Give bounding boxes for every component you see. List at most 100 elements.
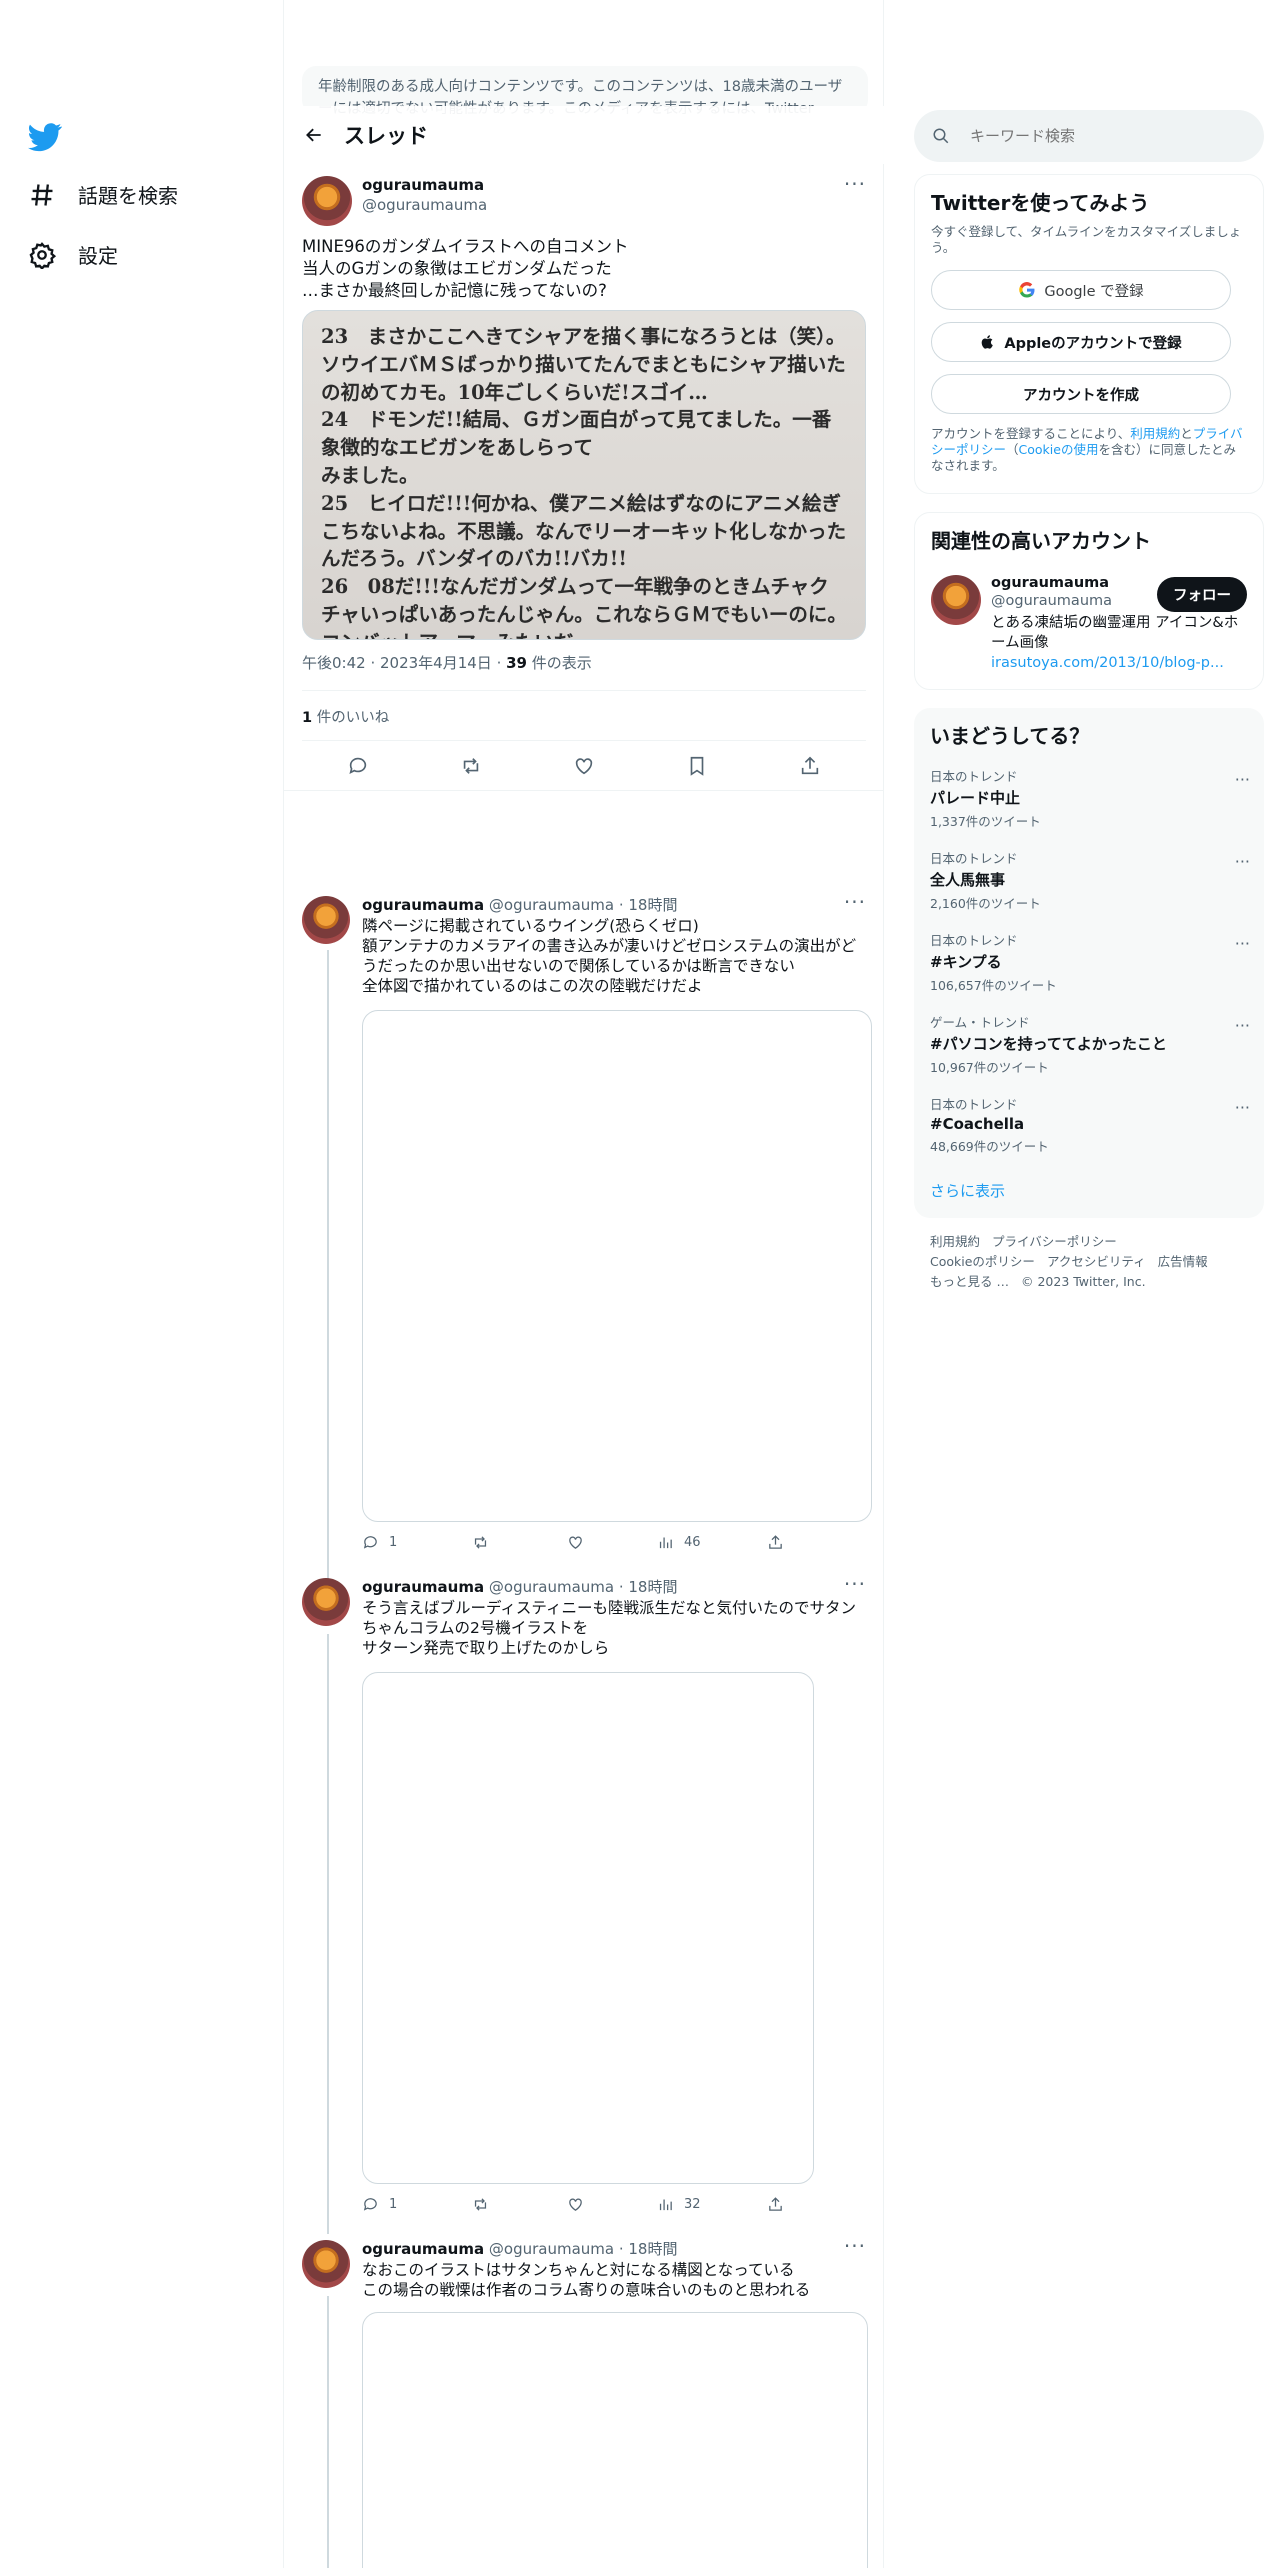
twitter-logo-icon[interactable] [28, 120, 62, 154]
footer-privacy[interactable]: プライバシーポリシー [992, 1234, 1117, 1249]
trend-item[interactable]: 日本のトレンド #キンプる 106,657件のツイート ··· [930, 930, 1250, 994]
back-arrow-icon [306, 128, 321, 142]
reply-icon [349, 757, 367, 774]
reply-button[interactable]: 1 [362, 2196, 472, 2213]
footer-links: 利用規約 プライバシーポリシー Cookieのポリシー アクセシビリティ 広告情報 も… [930, 1232, 1250, 1292]
author-name[interactable]: oguraumauma [362, 2240, 484, 2258]
search-input[interactable] [970, 127, 1230, 145]
footer-cookie[interactable]: Cookieのポリシー [930, 1254, 1035, 1269]
trend-count: 48,669件のツイート [930, 1139, 1049, 1154]
nav-explore[interactable]: 話題を検索 [28, 180, 178, 209]
author-name[interactable]: oguraumauma [362, 896, 484, 914]
avatar[interactable] [302, 1578, 350, 1626]
bookmark-icon [690, 756, 704, 776]
analytics-icon [659, 1537, 672, 1549]
footer-accessibility[interactable]: アクセシビリティ [1047, 1254, 1146, 1269]
reply-icon [363, 2198, 377, 2211]
retweet-button[interactable] [472, 2196, 567, 2213]
avatar[interactable] [931, 575, 981, 625]
like-button[interactable] [567, 1534, 657, 1551]
trend-item[interactable]: 日本のトレンド パレード中止 1,337件のツイート ··· [930, 766, 1250, 830]
reply-text: なおこのイラストはサタンちゃんと対になる構図となっている この場合の戦慄は作者の… [362, 2261, 811, 2299]
tweet-date[interactable]: 2023年4月14日 [380, 654, 492, 672]
views-button[interactable]: 32 [657, 2196, 767, 2213]
more-icon[interactable]: ··· [844, 172, 866, 196]
reply-time[interactable]: 18時間 [628, 1578, 677, 1596]
signup-title: Twitterを使ってみよう [931, 191, 1150, 215]
reply-media[interactable] [362, 2312, 868, 2568]
left-nav: 話題を検索 設定 [0, 0, 284, 2568]
likes-summary[interactable]: 1 件のいいね [302, 706, 389, 727]
retweet-button[interactable] [472, 1534, 567, 1551]
related-bio: とある凍結垢の幽霊運用 アイコン&ホーム画像 [991, 615, 1239, 651]
share-button[interactable] [767, 1534, 784, 1551]
follow-button[interactable]: フォロー [1157, 577, 1247, 612]
more-icon[interactable]: ··· [844, 890, 866, 914]
trend-item[interactable]: 日本のトレンド 全人馬無事 2,160件のツイート ··· [930, 848, 1250, 912]
reply-actions: 1 46 [362, 1534, 784, 1551]
tweet-author[interactable]: oguraumauma @oguraumauma [362, 176, 487, 214]
reply-time[interactable]: 18時間 [628, 896, 677, 914]
more-icon[interactable]: ··· [1235, 770, 1250, 789]
google-signup-button[interactable]: Google で登録 [931, 270, 1231, 310]
back-button[interactable] [284, 106, 344, 164]
reply-button[interactable] [341, 749, 375, 783]
apple-signup-button[interactable]: Appleのアカウントで登録 [931, 322, 1231, 362]
trend-category: 日本のトレンド [930, 851, 1018, 866]
more-icon[interactable]: ··· [844, 2234, 866, 2258]
like-button[interactable] [567, 2196, 657, 2213]
footer-ads[interactable]: 広告情報 [1158, 1254, 1208, 1269]
view-label: 件の表示 [531, 654, 592, 672]
share-button[interactable] [767, 2196, 784, 2213]
author-name[interactable]: oguraumauma [362, 1578, 484, 1596]
reply-button[interactable]: 1 [362, 1534, 472, 1551]
retweet-icon [463, 758, 479, 774]
more-icon[interactable]: ··· [1235, 1098, 1250, 1117]
author-name: oguraumauma [362, 176, 485, 194]
reply-time[interactable]: 18時間 [628, 2240, 677, 2258]
nav-settings[interactable]: 設定 [28, 240, 118, 269]
avatar[interactable] [302, 896, 350, 944]
trend-count: 1,337件のツイート [930, 814, 1041, 829]
show-more-link[interactable]: さらに表示 [930, 1180, 1005, 1201]
trend-item[interactable]: ゲーム・トレンド #パソコンを持っててよかったこと 10,967件のツイート ·… [930, 1012, 1250, 1076]
cookie-link[interactable]: Cookieの使用 [1019, 442, 1099, 457]
share-icon [769, 2197, 782, 2211]
create-account-button[interactable]: アカウントを作成 [931, 374, 1231, 414]
thread-connector [327, 1634, 329, 2234]
signup-legal: アカウントを登録することにより、利用規約とプライバシーポリシー（Cookieの使… [931, 426, 1247, 474]
search-bar[interactable] [914, 110, 1264, 162]
gear-icon [29, 241, 56, 269]
trend-category: ゲーム・トレンド [930, 1015, 1030, 1030]
more-icon[interactable]: ··· [1235, 1016, 1250, 1035]
more-icon[interactable]: ··· [844, 1572, 866, 1596]
author-handle[interactable]: @oguraumauma [489, 896, 614, 914]
tweet-time[interactable]: 午後0:42 [302, 654, 366, 672]
avatar[interactable] [302, 2240, 350, 2288]
bookmark-button[interactable] [680, 749, 714, 783]
footer-more[interactable]: もっと見る … [930, 1274, 1009, 1289]
share-button[interactable] [793, 749, 827, 783]
related-link[interactable]: irasutoya.com/2013/10/blog-p... [991, 655, 1231, 671]
reply-count: 1 [389, 2197, 398, 2212]
like-label: 件のいいね [316, 710, 390, 726]
tweet-actions [302, 748, 866, 784]
author-handle[interactable]: @oguraumauma [489, 1578, 614, 1596]
divider [302, 740, 866, 741]
tweet-image[interactable]: 23 まさかここへきてシャアを描く事になろうとは（笑）。ソウイエバＭＳばっかり描… [302, 310, 866, 640]
trend-count: 2,160件のツイート [930, 896, 1041, 911]
views-button[interactable]: 46 [657, 1534, 767, 1551]
footer-terms[interactable]: 利用規約 [930, 1234, 980, 1249]
terms-link[interactable]: 利用規約 [1130, 426, 1180, 441]
trend-item[interactable]: 日本のトレンド #Coachella 48,669件のツイート ··· [930, 1094, 1250, 1155]
reply-text: そう言えばブルーディスティニーも陸戦派生だなと気付いたのでサタンちゃんコラムの2… [362, 1599, 856, 1657]
retweet-button[interactable] [454, 749, 488, 783]
author-handle[interactable]: @oguraumauma [489, 2240, 614, 2258]
reply-media[interactable] [362, 1010, 872, 1522]
more-icon[interactable]: ··· [1235, 934, 1250, 953]
retweet-icon [474, 2198, 487, 2211]
like-button[interactable] [567, 749, 601, 783]
reply-media[interactable] [362, 1672, 814, 2184]
avatar[interactable] [302, 176, 352, 226]
more-icon[interactable]: ··· [1235, 852, 1250, 871]
